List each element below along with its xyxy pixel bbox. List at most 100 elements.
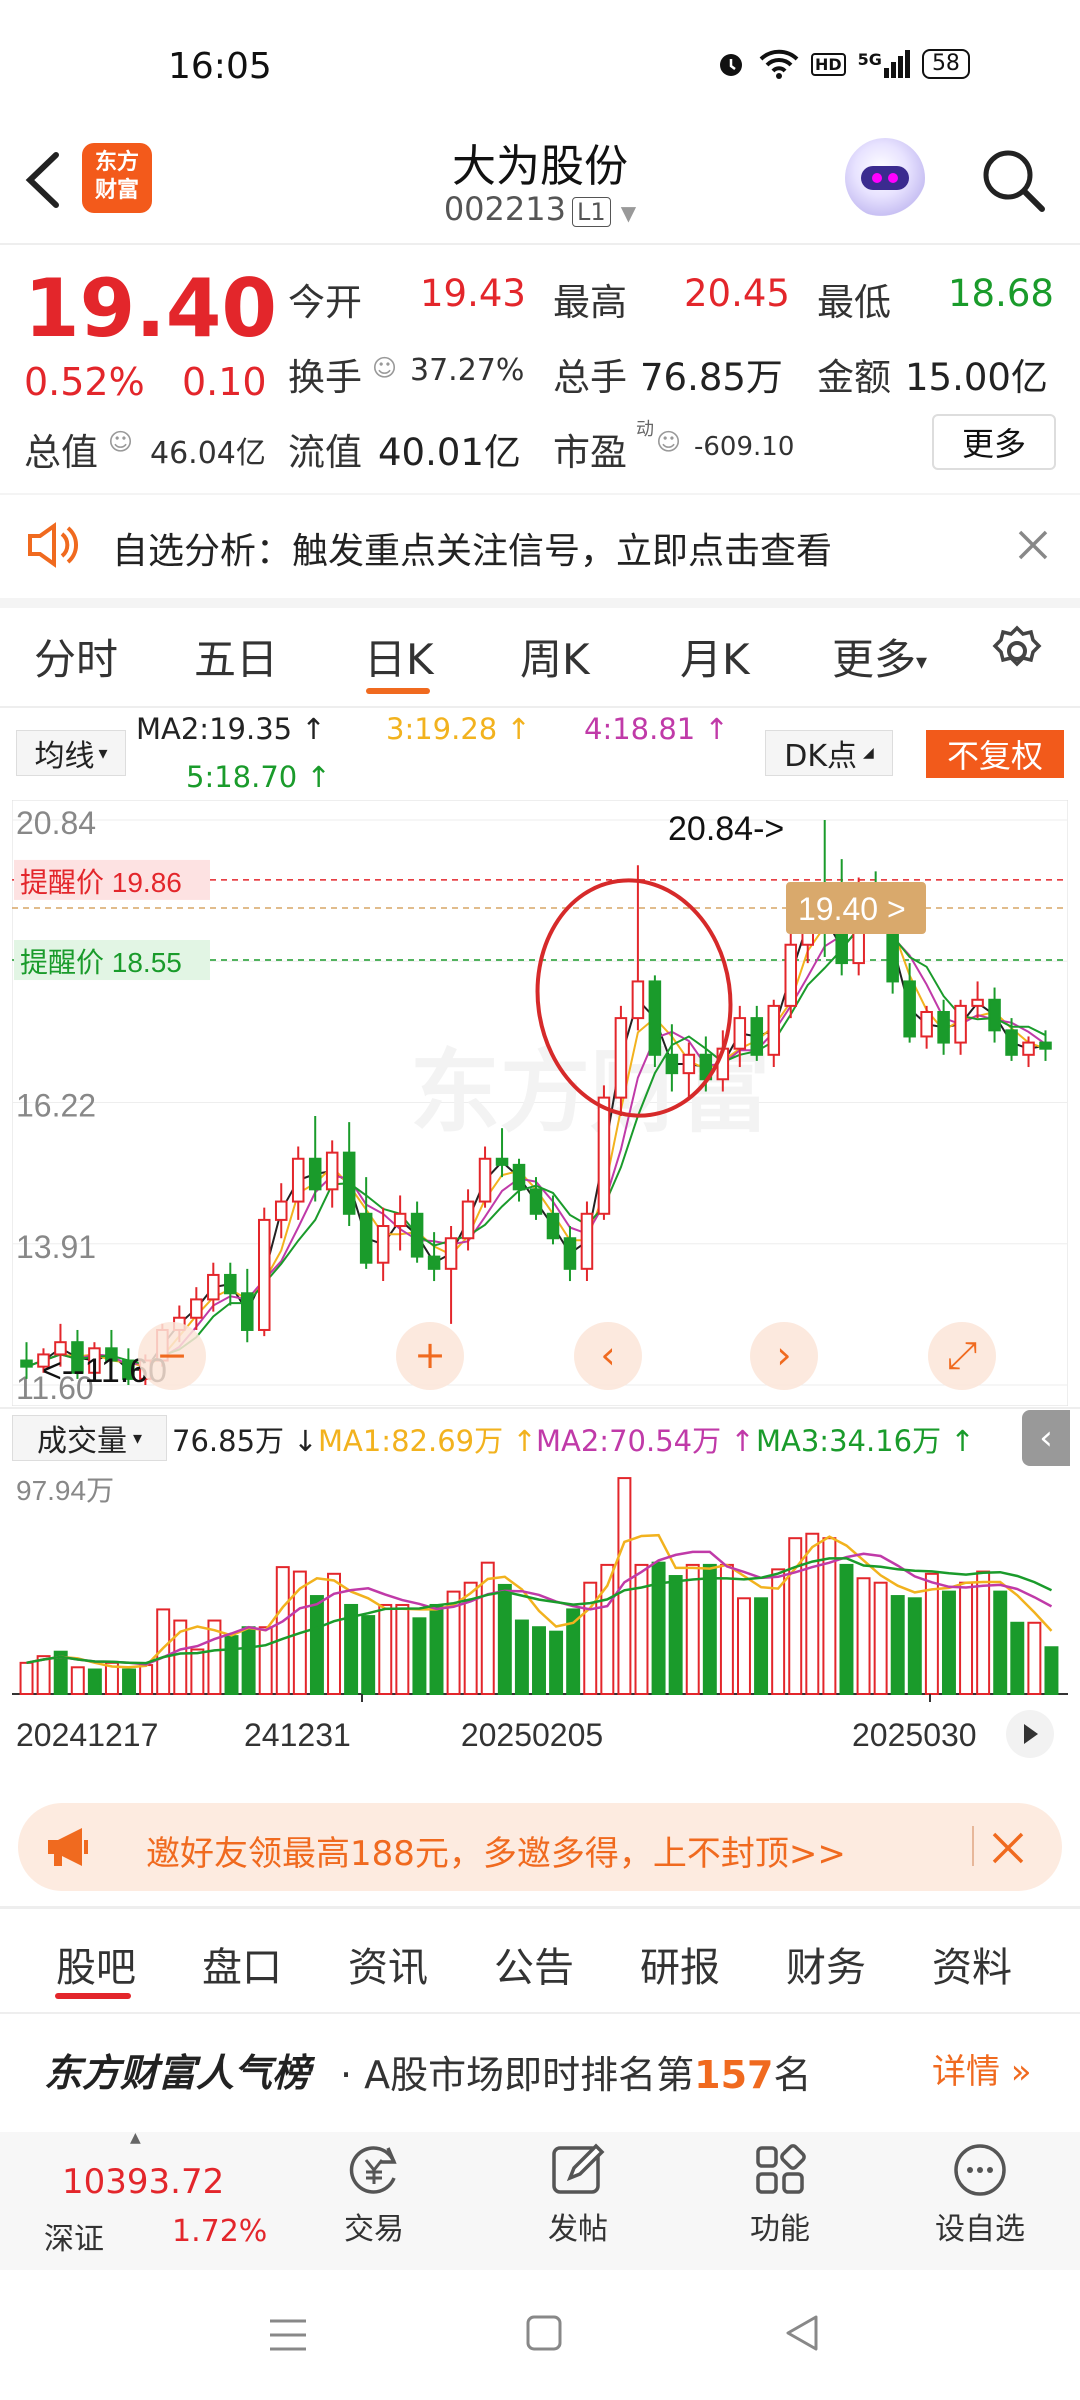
home-icon[interactable]: [524, 2313, 564, 2353]
robot-assistant-icon[interactable]: [845, 138, 925, 218]
tab-daily-k[interactable]: 日K: [364, 626, 434, 687]
candle-body: [444, 1237, 458, 1270]
candle-body: [767, 1004, 781, 1056]
candle-body: [359, 1212, 373, 1264]
tab-news[interactable]: 资讯: [348, 1935, 428, 1993]
tab-forum[interactable]: 股吧: [56, 1935, 136, 1993]
volume-bar: [890, 1595, 905, 1695]
yen-exchange-icon: [349, 2146, 397, 2194]
index-name[interactable]: 深证: [44, 2214, 104, 2258]
info-icon[interactable]: ☺: [656, 428, 681, 456]
volume-chart[interactable]: 97.94万 20241217 241231 20250205 2025030: [12, 1466, 1068, 1776]
level-badge: L1: [571, 197, 611, 227]
volume-bar: [549, 1630, 564, 1696]
dk-point-toggle[interactable]: DK点 ◢: [765, 730, 893, 776]
index-percent[interactable]: 1.72%: [172, 2214, 267, 2249]
scroll-left-button[interactable]: ‹: [574, 1322, 642, 1390]
volume-current: 76.85万 ↓: [172, 1424, 318, 1458]
x-tick-label: 20241217: [16, 1717, 158, 1753]
rank-text-pre: · A股市场即时排名第: [340, 2053, 695, 2097]
candle-body: [274, 1200, 288, 1221]
volume-bar: [429, 1603, 444, 1695]
scroll-right-button[interactable]: ›: [750, 1322, 818, 1390]
close-icon[interactable]: [990, 1830, 1026, 1866]
indicator-label: 成交量: [36, 1424, 127, 1459]
volume-bar: [36, 1655, 51, 1695]
tab-five-day[interactable]: 五日: [194, 626, 278, 687]
tab-order-book[interactable]: 盘口: [202, 1935, 282, 1993]
volume-value: 76.85万: [640, 356, 783, 399]
promo-text[interactable]: 邀好友领最高188元，多邀多得，上不封顶>>: [146, 1826, 846, 1875]
collapse-panel-button[interactable]: ‹: [1022, 1410, 1070, 1466]
index-value[interactable]: 10393.72: [62, 2162, 224, 2202]
scroll-right-arrow[interactable]: [1006, 1710, 1054, 1758]
y-tick-label: 13.91: [16, 1229, 96, 1265]
ma5-value: 5:18.70 ↑: [186, 760, 331, 794]
vol-ma3: MA3:34.16万 ↑: [756, 1424, 975, 1458]
open-value: 19.43: [420, 272, 526, 315]
stock-code-text: 002213: [443, 190, 566, 228]
volume-bar: [361, 1615, 376, 1695]
add-watchlist-button[interactable]: 设自选: [930, 2140, 1030, 2248]
close-icon[interactable]: [1016, 528, 1050, 562]
candle-body: [325, 1151, 339, 1191]
volume-label: 总手: [553, 356, 627, 399]
volume-bar: [839, 1563, 854, 1695]
post-button[interactable]: 发帖: [538, 2140, 618, 2248]
tab-more[interactable]: 更多▾: [832, 626, 927, 687]
tab-announcements[interactable]: 公告: [494, 1935, 574, 1993]
y-tick-label: 16.22: [16, 1088, 96, 1124]
menu-icon[interactable]: [266, 2315, 310, 2355]
volume-bar: [122, 1668, 137, 1696]
candle-body: [954, 1004, 967, 1044]
candle-body: [410, 1212, 424, 1258]
info-icon[interactable]: ☺: [108, 428, 133, 456]
functions-button[interactable]: 功能: [740, 2140, 820, 2248]
current-price-tag: 19.40 >: [798, 891, 906, 927]
alarm-icon: [720, 54, 742, 76]
tab-weekly-k[interactable]: 周K: [520, 626, 590, 687]
fullscreen-icon[interactable]: ⤢: [928, 1322, 996, 1390]
change-percent: 0.52%: [24, 360, 145, 404]
tab-research[interactable]: 研报: [640, 1935, 720, 1993]
zoom-in-button[interactable]: +: [396, 1322, 464, 1390]
pe-dynamic-mark: 动: [636, 419, 654, 440]
functions-label: 功能: [750, 2212, 810, 2247]
candle-body: [291, 1157, 305, 1203]
settings-gear-icon[interactable]: [990, 624, 1044, 678]
zoom-out-button[interactable]: −: [138, 1322, 206, 1390]
indicator-selector[interactable]: 成交量 ▾: [12, 1415, 167, 1461]
info-icon[interactable]: ☺: [372, 354, 397, 382]
chevron-down-icon: ▼: [620, 201, 637, 225]
trade-button[interactable]: 交易: [334, 2140, 414, 2248]
candlestick-chart[interactable]: 20.8418.5316.2213.9111.60东方财富提醒价 19.86提醒…: [12, 800, 1068, 1406]
tab-monthly-k[interactable]: 月K: [680, 626, 750, 687]
tab-profile[interactable]: 资料: [932, 1935, 1012, 1993]
open-label: 今开: [288, 281, 362, 324]
volume-bar: [959, 1581, 974, 1695]
candle-body: [1005, 1029, 1018, 1056]
ma-selector[interactable]: 均线 ▾: [16, 730, 126, 776]
change-amount: 0.10: [182, 360, 267, 404]
divider: [972, 1826, 974, 1866]
candle-body: [631, 980, 645, 1020]
rank-detail-link[interactable]: 详情 »: [932, 2044, 1032, 2093]
vol-ma3-text: MA3:34.16万: [756, 1424, 942, 1458]
candle-body: [750, 1017, 764, 1056]
rank-text[interactable]: · A股市场即时排名第157名: [340, 2044, 812, 2099]
tab-financials[interactable]: 财务: [786, 1935, 866, 1993]
ma4-value: 4:18.81 ↑: [584, 712, 729, 746]
volume-bar: [532, 1626, 546, 1695]
volume-bar: [685, 1563, 700, 1695]
tab-intraday[interactable]: 分时: [34, 626, 118, 687]
back-triangle-icon[interactable]: [782, 2313, 822, 2353]
adjust-mode-button[interactable]: 不复权: [926, 730, 1064, 778]
volume-bar: [378, 1603, 393, 1695]
more-button[interactable]: 更多: [932, 414, 1056, 470]
mktcap-value: 46.04亿: [150, 436, 266, 471]
candle-body: [308, 1157, 322, 1191]
alert-tag-upper: 提醒价 19.86: [20, 867, 182, 898]
search-icon[interactable]: [978, 145, 1048, 215]
zoom-in-button-glyph: +: [414, 1333, 446, 1377]
alert-text[interactable]: 自选分析：触发重点关注信号，立即点击查看: [112, 522, 832, 574]
